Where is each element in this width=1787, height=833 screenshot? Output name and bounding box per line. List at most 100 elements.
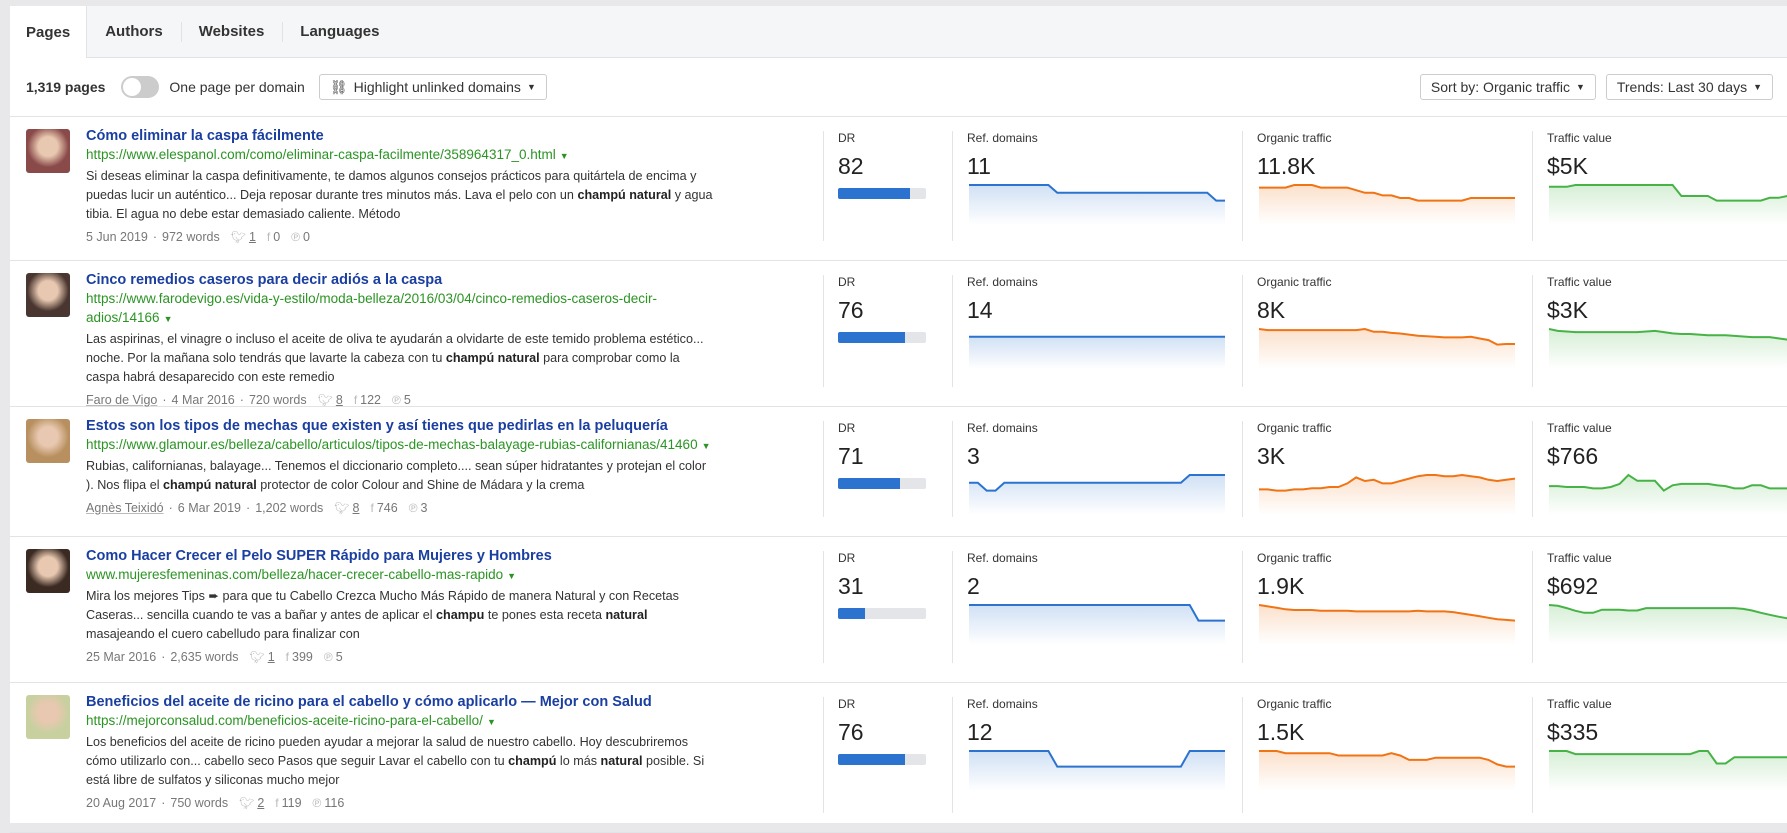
twitter-count[interactable]: 8 — [353, 501, 360, 515]
sort-by-dropdown[interactable]: Sort by: Organic traffic ▼ — [1419, 74, 1596, 100]
pinterest-shares: ℗ 5 — [392, 393, 411, 407]
table-row: Cinco remedios caseros para decir adiós … — [10, 261, 1787, 407]
page-url[interactable]: https://www.farodevigo.es/vida-y-estilo/… — [86, 289, 716, 329]
author-link[interactable]: Faro de Vigo — [86, 393, 157, 407]
page-thumbnail — [26, 129, 70, 173]
page-info: Cómo eliminar la caspa fácilmente https:/… — [86, 127, 716, 244]
page-url[interactable]: https://www.elespanol.com/como/eliminar-… — [86, 145, 716, 166]
org-sparkline — [1259, 473, 1515, 515]
facebook-shares: f 399 — [286, 650, 313, 664]
page-title-link[interactable]: Cómo eliminar la caspa fácilmente — [86, 127, 716, 145]
metric-value[interactable]: 11.8K — [1257, 153, 1315, 180]
url-text[interactable]: https://www.elespanol.com/como/eliminar-… — [86, 147, 556, 162]
url-menu-caret-icon[interactable]: ▼ — [702, 441, 711, 451]
twitter-shares[interactable]: 🐦︎ 2 — [239, 796, 264, 810]
twitter-shares[interactable]: 🐦︎ 8 — [334, 501, 359, 515]
tab-pages[interactable]: Pages — [10, 6, 88, 58]
page-info: Cinco remedios caseros para decir adiós … — [86, 271, 716, 407]
metric-label: DR — [838, 421, 856, 435]
twitter-shares[interactable]: 🐦︎ 8 — [318, 393, 343, 407]
metric-value[interactable]: 11 — [967, 153, 991, 180]
pages-report: Pages Authors Websites Languages 1,319 p… — [10, 6, 1787, 833]
metric-value[interactable]: $692 — [1547, 573, 1598, 600]
highlight-unlinked-domains-dropdown[interactable]: ⛓ Highlight unlinked domains ▼ — [318, 74, 547, 100]
url-text[interactable]: www.mujeresfemeninas.com/belleza/hacer-c… — [86, 567, 503, 582]
facebook-shares: f 746 — [370, 501, 397, 515]
metric-value[interactable]: 1.9K — [1257, 573, 1304, 600]
url-menu-caret-icon[interactable]: ▼ — [560, 151, 569, 161]
page-url[interactable]: https://mejorconsalud.com/beneficios-ace… — [86, 711, 716, 732]
org-sparkline — [1259, 184, 1515, 225]
snippet-text: masajeando el cuero cabelludo para final… — [86, 627, 360, 641]
url-menu-caret-icon[interactable]: ▼ — [164, 314, 173, 324]
page-meta: 25 Mar 2016 · 2,635 words 🐦︎ 1 f 399 ℗ 5 — [86, 650, 716, 664]
url-menu-caret-icon[interactable]: ▼ — [487, 717, 496, 727]
metric-label: Traffic value — [1547, 697, 1612, 711]
facebook-shares: f 122 — [354, 393, 381, 407]
page-snippet: Las aspirinas, el vinagre o incluso el a… — [86, 330, 716, 387]
metric-value[interactable]: 14 — [967, 297, 993, 324]
pinterest-count: 116 — [324, 796, 345, 810]
twitter-count[interactable]: 1 — [268, 650, 275, 664]
metric-value[interactable]: $3K — [1547, 297, 1588, 324]
pinterest-icon: ℗ — [408, 501, 418, 515]
page-info: Beneficios del aceite de ricino para el … — [86, 693, 716, 810]
page-meta: Faro de Vigo · 4 Mar 2016 · 720 words 🐦︎ 8 f 122… — [86, 393, 716, 407]
tab-languages[interactable]: Languages — [282, 6, 397, 57]
org-sparkline — [1259, 750, 1515, 791]
metric-value[interactable]: $766 — [1547, 443, 1598, 470]
twitter-count[interactable]: 8 — [336, 393, 343, 407]
trends-dropdown[interactable]: Trends: Last 30 days ▼ — [1605, 74, 1773, 100]
url-menu-caret-icon[interactable]: ▼ — [507, 571, 516, 581]
metric-value[interactable]: 1.5K — [1257, 719, 1304, 746]
facebook-count: 746 — [376, 501, 398, 515]
tab-authors[interactable]: Authors — [87, 6, 181, 57]
twitter-icon: 🐦︎ — [334, 501, 350, 515]
page-url[interactable]: https://www.glamour.es/belleza/cabello/a… — [86, 435, 716, 456]
metric-value[interactable]: 3 — [967, 443, 980, 470]
twitter-count[interactable]: 2 — [257, 796, 264, 810]
metric-label: Traffic value — [1547, 131, 1612, 145]
author-link[interactable]: Agnès Teixidó — [86, 501, 164, 515]
page-title-link[interactable]: Estos son los tipos de mechas que existe… — [86, 417, 716, 435]
page-url[interactable]: www.mujeresfemeninas.com/belleza/hacer-c… — [86, 565, 716, 586]
page-title-link[interactable]: Beneficios del aceite de ricino para el … — [86, 693, 716, 711]
url-text[interactable]: https://mejorconsalud.com/beneficios-ace… — [86, 713, 483, 728]
page-info: Estos son los tipos de mechas que existe… — [86, 417, 716, 515]
dr-bar-fill — [838, 478, 901, 489]
metric-value[interactable]: 2 — [967, 573, 980, 600]
metric-label: Ref. domains — [967, 275, 1038, 289]
tv-sparkline — [1549, 604, 1787, 645]
pinterest-shares: ℗ 5 — [324, 650, 343, 664]
tv-sparkline — [1549, 328, 1787, 369]
tv-sparkline — [1549, 184, 1787, 225]
metric-value: 76 — [838, 719, 864, 745]
highlighted-keyword: champú natural — [577, 188, 672, 202]
one-page-per-domain-toggle[interactable] — [121, 76, 160, 98]
metric-value[interactable]: 12 — [967, 719, 993, 746]
metric-value[interactable]: 8K — [1257, 297, 1285, 324]
page-meta: Agnès Teixidó · 6 Mar 2019 · 1,202 words 🐦︎ 8 f… — [86, 501, 716, 515]
twitter-shares[interactable]: 🐦︎ 1 — [231, 230, 256, 244]
metric-value[interactable]: $5K — [1547, 153, 1588, 180]
twitter-icon: 🐦︎ — [239, 796, 255, 810]
metric-dr: DR 76 — [823, 275, 952, 387]
page-title-link[interactable]: Cinco remedios caseros para decir adiós … — [86, 271, 716, 289]
tab-websites[interactable]: Websites — [180, 6, 283, 57]
pinterest-icon: ℗ — [291, 230, 301, 244]
page-title-link[interactable]: Como Hacer Crecer el Pelo SUPER Rápido p… — [86, 547, 716, 565]
metric-value: 82 — [838, 153, 864, 179]
twitter-count[interactable]: 1 — [249, 230, 256, 244]
metric-value[interactable]: $335 — [1547, 719, 1598, 746]
facebook-icon: f — [370, 501, 374, 515]
metric-label: DR — [838, 551, 856, 565]
url-text[interactable]: https://www.glamour.es/belleza/cabello/a… — [86, 437, 698, 452]
metric-label: Ref. domains — [967, 421, 1038, 435]
metric-value[interactable]: 3K — [1257, 443, 1285, 470]
facebook-icon: f — [353, 393, 358, 407]
publish-date: 6 Mar 2019 — [177, 501, 242, 515]
twitter-shares[interactable]: 🐦︎ 1 — [249, 650, 274, 664]
org-sparkline-area — [1259, 185, 1515, 225]
word-count: 2,635 words — [170, 650, 239, 664]
dr-bar — [838, 478, 926, 489]
